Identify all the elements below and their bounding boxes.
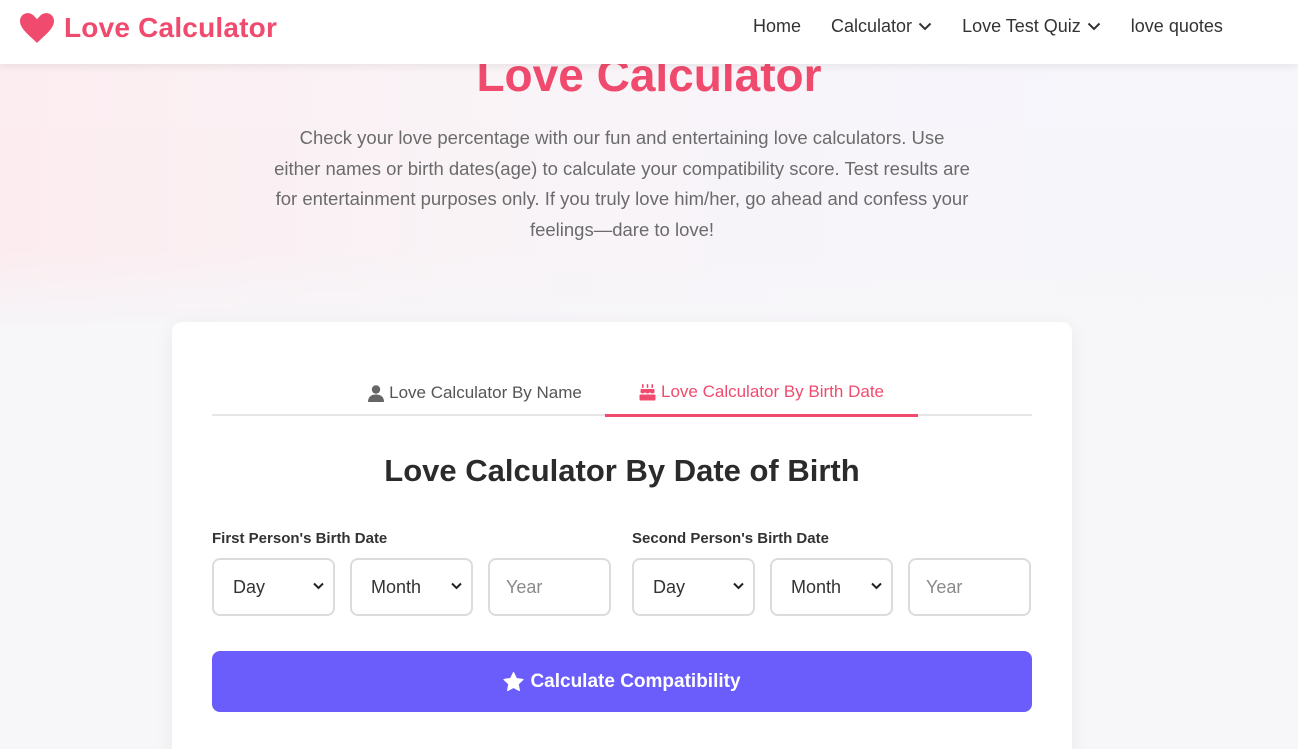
second-day-value: Day: [653, 576, 686, 597]
chevron-down-icon: [1087, 22, 1101, 31]
nav-home[interactable]: Home: [753, 16, 801, 37]
tab-by-name-label: Love Calculator By Name: [389, 383, 582, 402]
chevron-down-icon: [451, 582, 462, 590]
calculate-button-label: Calculate Compatibility: [530, 670, 741, 692]
nav-love-test-quiz-label: Love Test Quiz: [962, 16, 1081, 36]
chevron-down-icon: [918, 22, 932, 31]
second-year-input[interactable]: Year: [908, 558, 1031, 616]
main-nav: Home Calculator Love Test Quiz love quot…: [753, 16, 1223, 37]
second-person-label: Second Person's Birth Date: [632, 530, 829, 547]
birthday-cake-icon: [639, 384, 656, 401]
tab-by-birth-date[interactable]: Love Calculator By Birth Date: [605, 370, 918, 417]
nav-love-test-quiz[interactable]: Love Test Quiz: [962, 16, 1101, 37]
first-person-label: First Person's Birth Date: [212, 530, 388, 547]
nav-love-quotes-label: love quotes: [1130, 16, 1223, 36]
tab-by-birth-date-label: Love Calculator By Birth Date: [661, 382, 884, 401]
hero-description: Check your love percentage with our fun …: [274, 127, 970, 240]
nav-calculator-label: Calculator: [831, 16, 913, 36]
form-title: Love Calculator By Date of Birth: [384, 453, 860, 488]
site-logo[interactable]: Love Calculator: [20, 12, 277, 44]
calculator-tabs: Love Calculator By Name Love Calculator …: [212, 370, 1032, 417]
site-header: Love Calculator Home Calculator Love Tes…: [0, 0, 1298, 64]
second-month-select[interactable]: Month: [770, 558, 893, 616]
user-icon: [368, 384, 385, 402]
chevron-down-icon: [733, 582, 744, 590]
heart-icon: [20, 13, 54, 43]
star-icon: [503, 671, 524, 691]
tab-by-name[interactable]: Love Calculator By Name: [345, 370, 605, 416]
chevron-down-icon: [313, 582, 324, 590]
first-day-value: Day: [233, 576, 266, 597]
nav-home-label: Home: [753, 16, 802, 36]
first-day-select[interactable]: Day: [212, 558, 335, 616]
calculator-card: Love Calculator By Name Love Calculator …: [172, 322, 1072, 749]
first-year-input[interactable]: Year: [488, 558, 611, 616]
first-month-select[interactable]: Month: [350, 558, 473, 616]
logo-text: Love Calculator: [64, 12, 278, 43]
second-day-select[interactable]: Day: [632, 558, 755, 616]
nav-love-quotes[interactable]: love quotes: [1131, 16, 1223, 37]
chevron-down-icon: [871, 582, 882, 590]
calculate-compatibility-button[interactable]: Calculate Compatibility: [212, 651, 1032, 712]
first-year-placeholder: Year: [506, 576, 543, 597]
second-year-placeholder: Year: [926, 576, 963, 597]
second-month-value: Month: [791, 576, 842, 597]
first-month-value: Month: [371, 576, 422, 597]
nav-calculator[interactable]: Calculator: [831, 16, 932, 37]
